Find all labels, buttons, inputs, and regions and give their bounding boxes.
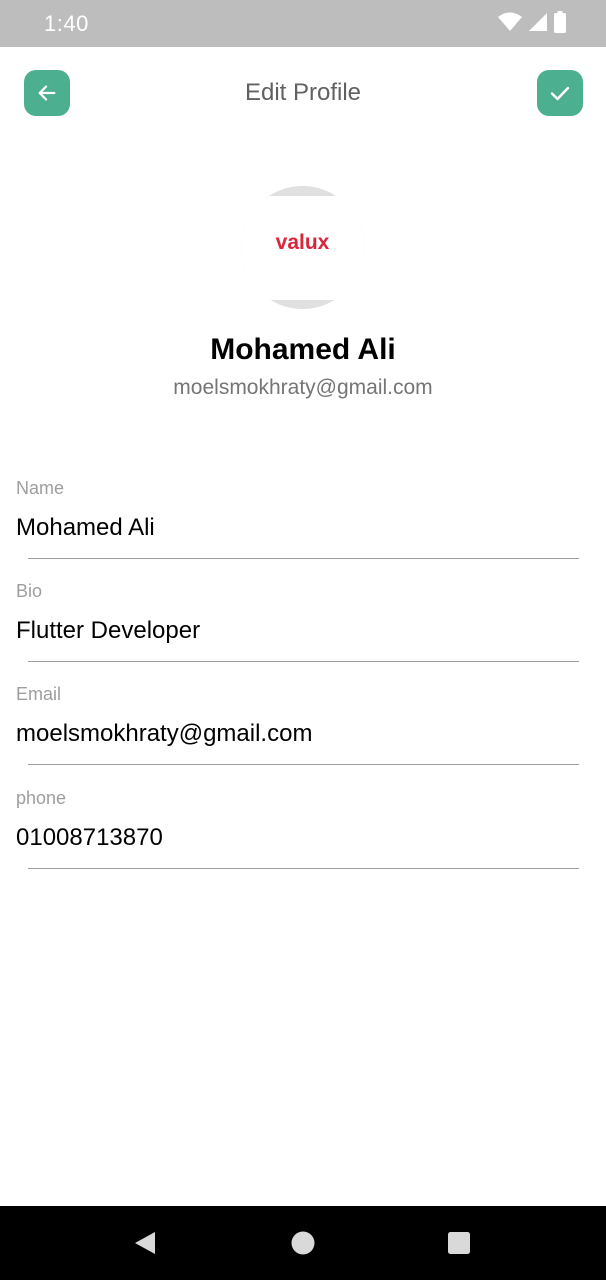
email-field: Email [0,684,606,788]
bio-field-label: Bio [16,581,43,601]
email-field-underline [28,764,579,765]
page-title: Edit Profile [244,79,362,106]
email-field-label: Email [16,684,62,704]
phone-field-label: phone [16,788,67,808]
phone-field-underline [28,868,579,869]
save-button[interactable] [537,70,583,116]
valux-logo: valux [275,231,330,254]
edit-profile-screen: 1:40 Edit Profile valux Mohamed Ali moel… [0,0,606,1280]
signal-icon [528,12,548,37]
bio-input[interactable] [16,613,576,649]
profile-email: moelsmokhraty@gmail.com [173,376,433,399]
profile-name: Mohamed Ali [210,333,396,366]
nav-recents-button[interactable] [447,1231,471,1255]
nav-back-button[interactable] [133,1231,157,1255]
name-input[interactable] [16,510,576,546]
avatar[interactable]: valux [241,186,364,309]
recents-square-icon [448,1232,470,1254]
email-input[interactable] [16,716,576,752]
phone-field: phone [0,788,606,892]
status-time: 1:40 [44,11,89,36]
bio-field: Bio [0,581,606,685]
home-circle-icon [291,1231,315,1255]
phone-input[interactable] [16,820,576,856]
avatar-image: valux [241,196,364,300]
nav-home-button[interactable] [291,1231,315,1255]
back-triangle-icon [135,1232,155,1254]
bio-field-underline [28,661,579,662]
name-field: Name [0,478,606,582]
status-icons [498,10,566,38]
check-icon [550,86,570,101]
wifi-icon [498,12,522,37]
system-nav-bar [0,1206,606,1280]
status-bar: 1:40 [0,0,606,47]
battery-icon [554,10,566,38]
name-field-label: Name [16,478,65,498]
name-field-underline [28,558,579,559]
